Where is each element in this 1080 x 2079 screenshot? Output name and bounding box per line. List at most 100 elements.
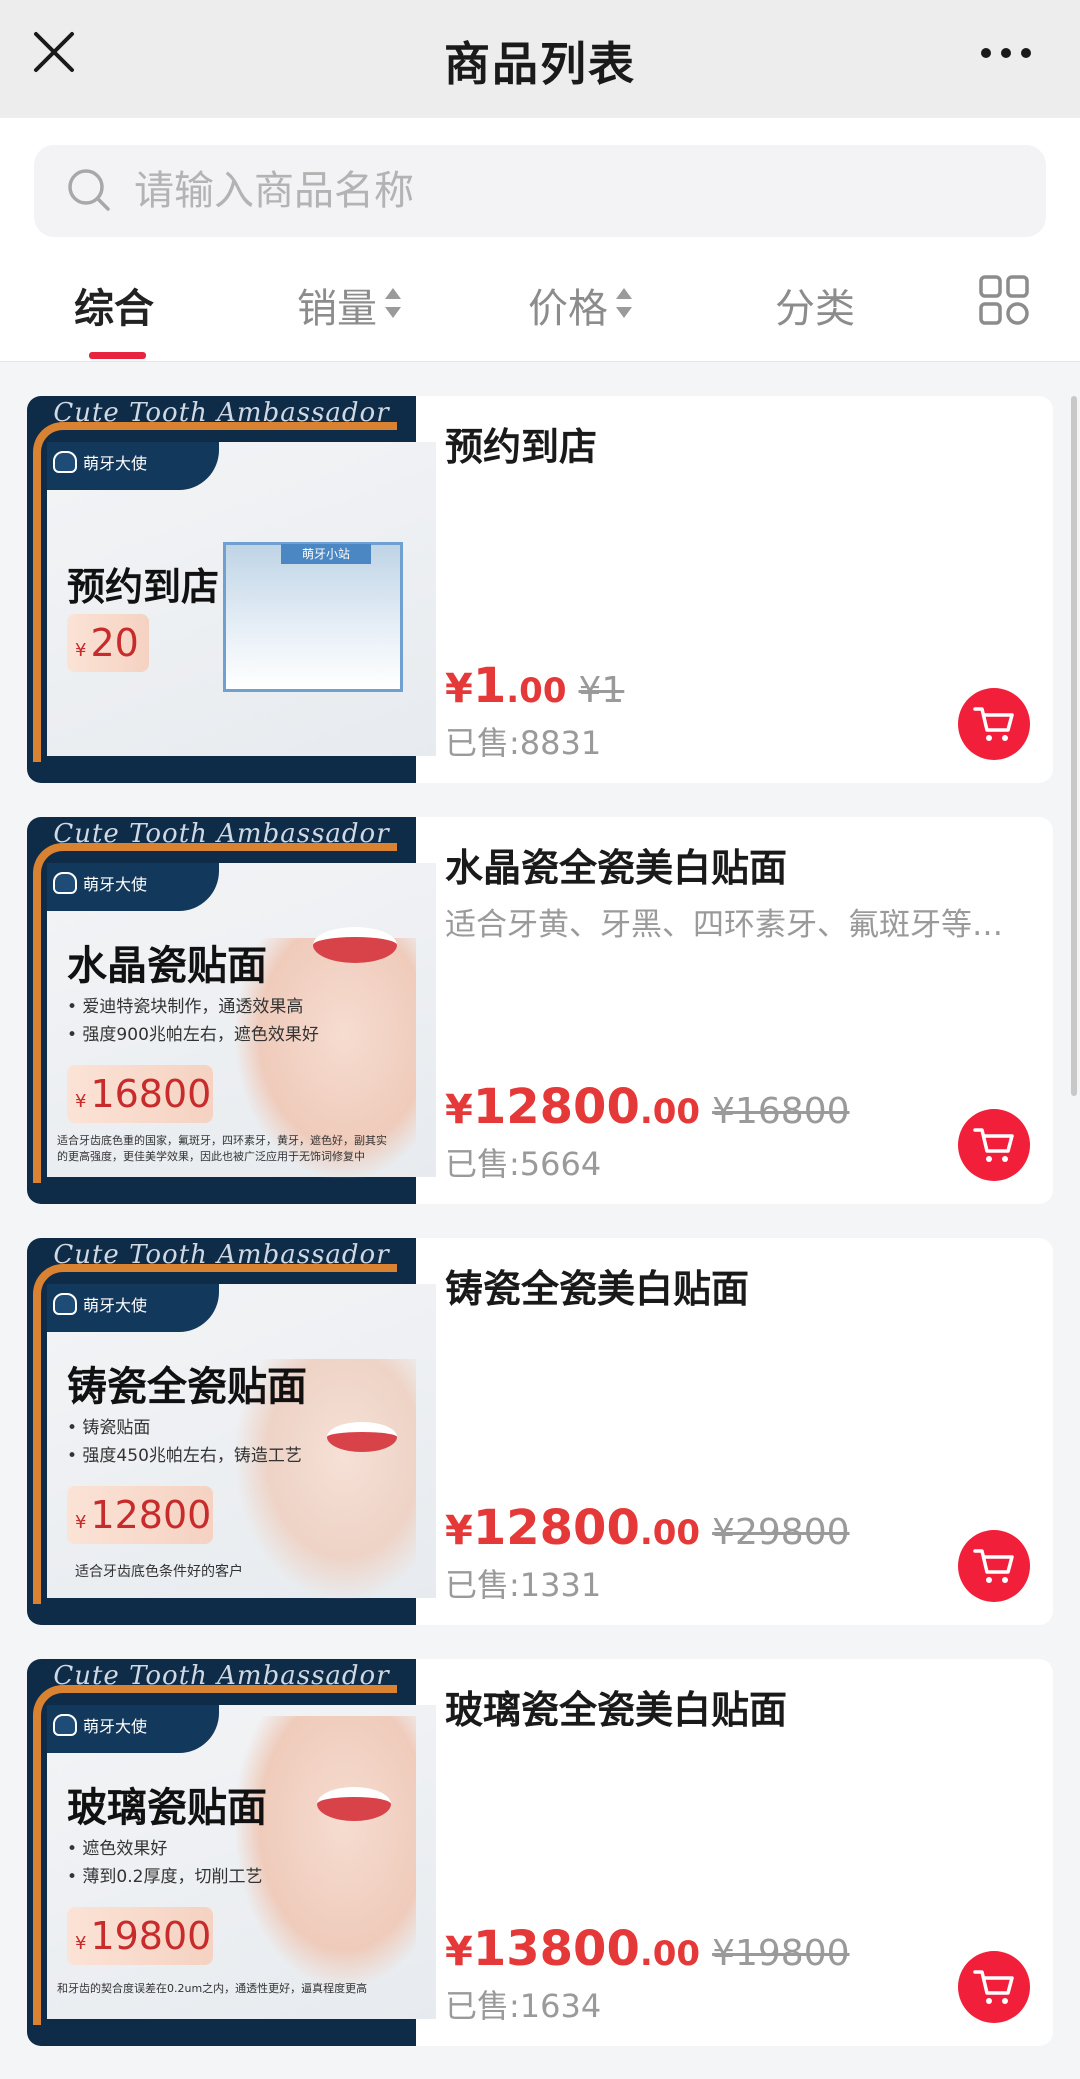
- thumb-script-text: Cute Tooth Ambassador: [53, 398, 390, 428]
- thumb-currency: ¥: [75, 1933, 87, 1954]
- sold-count: 已售:1331: [445, 1566, 602, 1604]
- thumb-fine-print: 适合牙齿底色条件好的客户: [75, 1564, 243, 1580]
- tab-active-indicator: [89, 352, 146, 359]
- thumb-currency: ¥: [75, 1091, 87, 1112]
- tab-label: 销量: [297, 286, 377, 332]
- original-price: ¥29800: [712, 1512, 850, 1553]
- sale-price: ¥1.00: [445, 658, 566, 714]
- filter-header: 综合 销量 价格 分类: [0, 118, 1080, 362]
- price-integer: 1: [472, 658, 507, 714]
- brand-name: 萌牙大使: [83, 875, 148, 894]
- tooth-logo-icon: [53, 872, 77, 894]
- product-card[interactable]: Cute Tooth Ambassador 萌牙大使 萌牙小站 预约到店 ¥20…: [27, 396, 1053, 783]
- sort-icon: [616, 288, 632, 318]
- original-price: ¥16800: [712, 1091, 850, 1132]
- thumb-price-value: 12800: [90, 1493, 212, 1537]
- cart-icon: [973, 1970, 1014, 2004]
- original-price: ¥19800: [712, 1933, 850, 1974]
- price-decimal: .00: [639, 1513, 701, 1553]
- scrollbar[interactable]: [1071, 396, 1077, 1096]
- product-name: 预约到店: [445, 425, 598, 469]
- product-card[interactable]: Cute Tooth Ambassador 萌牙大使 水晶瓷贴面 • 爱迪特瓷块…: [27, 817, 1053, 1204]
- thumb-brand: 萌牙大使: [53, 450, 147, 474]
- thumb-price-value: 19800: [90, 1914, 212, 1958]
- tab-price[interactable]: 价格: [528, 276, 634, 366]
- price-integer: 13800: [472, 1921, 640, 1977]
- product-image[interactable]: Cute Tooth Ambassador 萌牙大使 铸瓷全瓷贴面 • 铸瓷贴面…: [27, 1238, 436, 1625]
- original-price: ¥1: [578, 670, 625, 711]
- smile-image: [327, 1422, 397, 1452]
- smile-image: [313, 927, 397, 963]
- thumb-price-value: 16800: [90, 1072, 212, 1116]
- price-decimal: .00: [639, 1934, 701, 1974]
- cart-icon: [973, 1549, 1014, 1583]
- price-decimal: .00: [639, 1092, 701, 1132]
- cart-icon: [973, 707, 1014, 741]
- add-to-cart-button[interactable]: [958, 1109, 1030, 1181]
- grid-view-icon[interactable]: [978, 274, 1030, 326]
- model-face-image: [236, 1716, 416, 1986]
- add-to-cart-button[interactable]: [958, 1951, 1030, 2023]
- thumb-bullets: • 遮色效果好 • 薄到0.2厚度，切削工艺: [67, 1835, 262, 1891]
- cart-icon: [973, 1128, 1014, 1162]
- thumb-bullet: • 强度900兆帕左右，遮色效果好: [67, 1025, 319, 1045]
- price-row: ¥12800.00 ¥16800: [445, 1079, 850, 1135]
- thumb-bullet: • 强度450兆帕左右，铸造工艺: [67, 1446, 302, 1466]
- price-row: ¥1.00 ¥1: [445, 658, 624, 714]
- product-image[interactable]: Cute Tooth Ambassador 萌牙大使 水晶瓷贴面 • 爱迪特瓷块…: [27, 817, 436, 1204]
- tooth-logo-icon: [53, 1714, 77, 1736]
- sort-icon: [385, 288, 401, 318]
- sale-price: ¥12800.00: [445, 1500, 700, 1556]
- thumb-brand: 萌牙大使: [53, 871, 147, 895]
- thumb-brand: 萌牙大使: [53, 1713, 147, 1737]
- tab-sales[interactable]: 销量: [297, 276, 403, 366]
- product-card[interactable]: Cute Tooth Ambassador 萌牙大使 铸瓷全瓷贴面 • 铸瓷贴面…: [27, 1238, 1053, 1625]
- add-to-cart-button[interactable]: [958, 1530, 1030, 1602]
- thumb-price: ¥20: [67, 614, 149, 672]
- thumb-fine-print: 适合牙齿底色重的国家，氟斑牙，四环素牙，黄牙，遮色好，副其实的更高强度，更佳美学…: [57, 1134, 387, 1163]
- thumb-currency: ¥: [75, 640, 87, 661]
- price-currency: ¥: [445, 1508, 473, 1554]
- product-image[interactable]: Cute Tooth Ambassador 萌牙大使 萌牙小站 预约到店 ¥20: [27, 396, 436, 783]
- search-input[interactable]: [134, 161, 1014, 221]
- thumb-bullet: • 铸瓷贴面: [67, 1418, 151, 1438]
- thumb-bullet: • 爱迪特瓷块制作，通透效果高: [67, 997, 304, 1017]
- thumb-currency: ¥: [75, 1512, 87, 1533]
- price-integer: 12800: [472, 1500, 640, 1556]
- thumb-title: 玻璃瓷贴面: [67, 1784, 267, 1831]
- tooth-logo-icon: [53, 1293, 77, 1315]
- price-currency: ¥: [445, 1929, 473, 1975]
- tooth-logo-icon: [53, 451, 77, 473]
- sold-count: 已售:8831: [445, 724, 602, 762]
- price-row: ¥13800.00 ¥19800: [445, 1921, 850, 1977]
- more-icon[interactable]: [980, 46, 1032, 60]
- thumb-bullet: • 薄到0.2厚度，切削工艺: [67, 1867, 263, 1887]
- store-image: [223, 542, 403, 692]
- thumb-title: 水晶瓷贴面: [67, 942, 267, 989]
- thumb-title: 铸瓷全瓷贴面: [67, 1363, 307, 1410]
- tab-category[interactable]: 分类: [775, 276, 855, 366]
- page-title: 商品列表: [444, 37, 636, 91]
- thumb-script-text: Cute Tooth Ambassador: [53, 819, 390, 849]
- add-to-cart-button[interactable]: [958, 688, 1030, 760]
- product-name: 水晶瓷全瓷美白贴面: [445, 846, 788, 890]
- brand-name: 萌牙大使: [83, 1296, 148, 1315]
- thumb-price-value: 20: [90, 621, 139, 665]
- brand-name: 萌牙大使: [83, 1717, 148, 1736]
- sale-price: ¥12800.00: [445, 1079, 700, 1135]
- search-bar: [34, 145, 1046, 237]
- product-card[interactable]: Cute Tooth Ambassador 萌牙大使 玻璃瓷贴面 • 遮色效果好…: [27, 1659, 1053, 2046]
- price-integer: 12800: [472, 1079, 640, 1135]
- sold-count: 已售:1634: [445, 1987, 602, 2025]
- thumb-price: ¥12800: [67, 1486, 213, 1544]
- thumb-fine-print: 和牙齿的契合度误差在0.2um之内，通透性更好，逼真程度更高: [57, 1982, 368, 1995]
- brand-name: 萌牙大使: [83, 454, 148, 473]
- product-name: 铸瓷全瓷美白贴面: [445, 1267, 750, 1311]
- thumb-bullet: • 遮色效果好: [67, 1839, 168, 1859]
- product-image[interactable]: Cute Tooth Ambassador 萌牙大使 玻璃瓷贴面 • 遮色效果好…: [27, 1659, 436, 2046]
- search-icon: [68, 169, 110, 211]
- smile-image: [317, 1787, 391, 1821]
- tab-label: 价格: [528, 286, 608, 332]
- sold-count: 已售:5664: [445, 1145, 602, 1183]
- store-sign: 萌牙小站: [281, 544, 371, 564]
